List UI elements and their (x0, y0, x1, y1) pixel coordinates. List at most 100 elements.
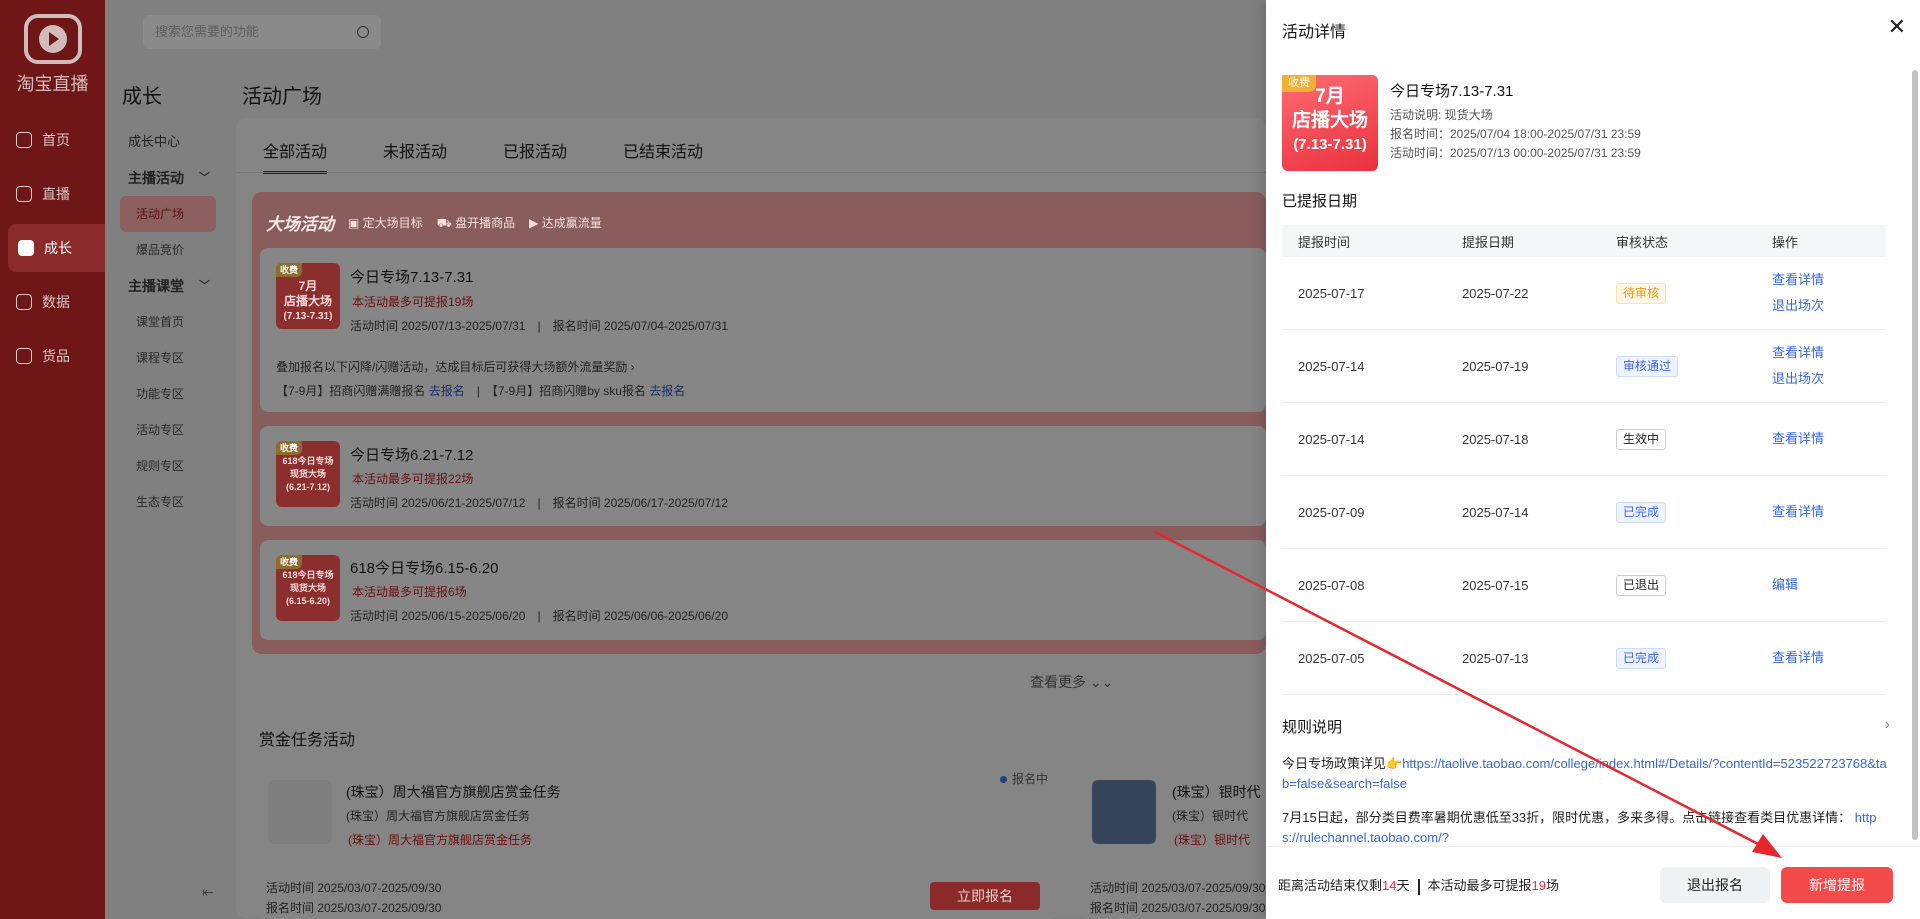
tv-logo-icon (23, 14, 82, 64)
nav-home-label: 首页 (42, 132, 70, 148)
sub-item-feature[interactable]: 功能专区 (120, 376, 216, 412)
go-register-link[interactable]: 去报名 (429, 384, 465, 398)
nav-data[interactable]: 数据 (0, 278, 105, 326)
nav-growth[interactable]: 成长 (8, 224, 105, 272)
sub-item-class-home[interactable]: 课堂首页 (120, 304, 216, 340)
add-submission-button[interactable]: 新增提报 (1781, 867, 1893, 903)
sub-group-anchor-activity[interactable]: 主播活动 ﹀ (120, 160, 216, 196)
close-icon[interactable]: ✕ (1888, 16, 1906, 38)
sub-item-label: 爆品竞价 (136, 243, 185, 257)
sub-item-growth-center[interactable]: 成长中心 (120, 124, 216, 160)
status-badge: 已退出 (1616, 574, 1667, 596)
cell-status: 已退出 (1604, 574, 1760, 596)
sub-item-course[interactable]: 课程专区 (120, 340, 216, 376)
days-left: 14 (1382, 878, 1397, 893)
tab-ended[interactable]: 已结束活动 (623, 138, 703, 174)
quit-session-link[interactable]: 退出场次 (1772, 366, 1886, 392)
register-now-button[interactable]: 立即报名 (930, 882, 1040, 910)
table-row: 2025-07-14 2025-07-19 审核通过 查看详情 退出场次 (1282, 330, 1886, 403)
activity-detail-drawer: 活动详情 ✕ 收费 7月 店播大场 (7.13-7.31) 今日专场7.13-7… (1266, 0, 1920, 919)
sub-group-label: 主播课堂 (128, 278, 184, 294)
activity-thumb: 收费 618今日专场 现货大场 (6.21-7.12) (276, 441, 340, 507)
view-detail-link[interactable]: 查看详情 (1772, 340, 1886, 366)
main-nav: 淘宝直播 首页 直播 成长 数据 货品 (0, 0, 105, 919)
sub-item-activity[interactable]: 活动专区 (120, 412, 216, 448)
activity-thumb: 收费 7月 店播大场 (7.13-7.31) (276, 263, 340, 329)
big-event-header: 大场活动 ▣ 定大场目标 ⛟ 盘开播商品 ▶ 达成赢流量 (266, 210, 602, 235)
sub-group-anchor-class[interactable]: 主播课堂 ﹀ (120, 268, 216, 304)
submitted-dates-title: 已提报日期 (1282, 193, 1358, 210)
quit-registration-button[interactable]: 退出报名 (1660, 867, 1770, 903)
cell-submit: 2025-07-05 (1298, 650, 1365, 666)
bounty-reg-time: 报名时间 2025/03/07-2025/09/30 (1090, 901, 1266, 915)
target-feature: ▣ 定大场目标 (348, 216, 423, 230)
chevron-right-icon[interactable]: › (1885, 716, 1890, 734)
max-sessions: 19 (1531, 878, 1546, 893)
bounty-thumb (1092, 780, 1156, 844)
view-detail-link[interactable]: 查看详情 (1772, 267, 1886, 293)
data-icon (16, 294, 32, 310)
status-badge: 待审核 (1616, 282, 1667, 304)
status-badge: 生效中 (1616, 428, 1667, 450)
cell-ops: 编辑 (1760, 572, 1886, 598)
activity-thumb: 收费 618今日专场 现货大场 (6.15-6.20) (276, 555, 340, 621)
bounty-sub: (珠宝）银时代 (1172, 809, 1248, 823)
cell-status: 生效中 (1604, 428, 1760, 450)
tab-unregistered[interactable]: 未报活动 (383, 138, 447, 174)
rules-title[interactable]: 规则说明 (1282, 716, 1342, 737)
edit-link[interactable]: 编辑 (1772, 572, 1886, 598)
bounty-act-time: 活动时间 2025/03/07-2025/09/30 (266, 881, 442, 895)
activity-title: 618今日专场6.15-6.20 (350, 560, 499, 577)
drawer-footer: 距离活动结束仅剩14天 本活动最多可提报19场 退出报名 新增提报 (1266, 846, 1920, 919)
view-detail-link[interactable]: 查看详情 (1772, 645, 1886, 671)
search-icon[interactable] (357, 26, 369, 38)
sub-item-rules[interactable]: 规则专区 (120, 448, 216, 484)
table-row: 2025-07-09 2025-07-14 已完成 查看详情 (1282, 476, 1886, 549)
thumb-line: 618今日专场 (282, 570, 334, 580)
view-detail-link[interactable]: 查看详情 (1772, 426, 1886, 452)
search-input[interactable]: 搜索您需要的功能 (143, 15, 381, 49)
nav-live[interactable]: 直播 (0, 170, 105, 218)
activity-limit: 本活动最多可提报6场 (352, 585, 467, 599)
tab-all[interactable]: 全部活动 (263, 138, 328, 174)
cell-ops: 查看详情 (1760, 645, 1886, 671)
thumb-line: (7.13-7.31) (1293, 136, 1367, 153)
view-detail-link[interactable]: 查看详情 (1772, 499, 1886, 525)
sub-item-label: 成长中心 (128, 134, 181, 149)
collapse-sidebar-icon[interactable]: ⇤ (202, 884, 214, 901)
fee-tag: 收费 (276, 263, 303, 277)
activity-name: 今日专场7.13-7.31 (1390, 83, 1514, 100)
activity-limit: 本活动最多可提报19场 (352, 295, 474, 309)
go-register-link[interactable]: 去报名 (649, 384, 685, 398)
cell-date: 2025-07-13 (1462, 650, 1529, 666)
stack-info[interactable]: 叠加报名以下闪降/闪赠活动，达成目标后可获得大场额外流量奖励 › (276, 358, 635, 375)
fee-tag: 收费 (1282, 75, 1316, 92)
status-badge: 报名中 (1000, 770, 1048, 787)
fee-tag: 收费 (276, 555, 303, 569)
logo[interactable]: 淘宝直播 (0, 0, 105, 110)
cell-submit: 2025-07-17 (1298, 285, 1365, 301)
sub-item-hot-bidding[interactable]: 爆品竞价 (120, 232, 216, 268)
sub-item-ecology[interactable]: 生态专区 (120, 484, 216, 520)
sub-item-activity-square[interactable]: 活动广场 (120, 196, 216, 232)
tab-registered[interactable]: 已报活动 (503, 138, 567, 174)
rule-discount: 7月15日起，部分类目费率暑期优惠低至33折，限时优惠，多来多得。点击链接查看类… (1282, 810, 1877, 845)
nav-home[interactable]: 首页 (0, 116, 105, 164)
sub-item-label: 功能专区 (136, 387, 185, 401)
thumb-line: 现货大场 (289, 583, 326, 593)
view-more-link[interactable]: 查看更多 ⌄⌄ (1030, 672, 1113, 692)
nav-goods-label: 货品 (42, 348, 70, 364)
nav-goods[interactable]: 货品 (0, 332, 105, 380)
bounty-name: (珠宝）银时代 (1172, 784, 1261, 800)
scrollbar[interactable] (1912, 70, 1918, 840)
thumb-line: 7月 (298, 279, 318, 293)
chevron-down-icon: ﹀ (199, 172, 210, 184)
growth-icon (18, 240, 34, 256)
thumb-line: 618今日专场 (282, 456, 334, 466)
quit-session-link[interactable]: 退出场次 (1772, 293, 1886, 319)
cell-status: 待审核 (1604, 282, 1760, 304)
cell-date: 2025-07-18 (1462, 431, 1529, 447)
bounty-reg-time: 报名时间 2025/03/07-2025/09/30 (266, 901, 442, 915)
bounty-act-time: 活动时间 2025/03/07-2025/09/30 (1090, 881, 1266, 895)
col-operation: 操作 (1772, 234, 1799, 250)
